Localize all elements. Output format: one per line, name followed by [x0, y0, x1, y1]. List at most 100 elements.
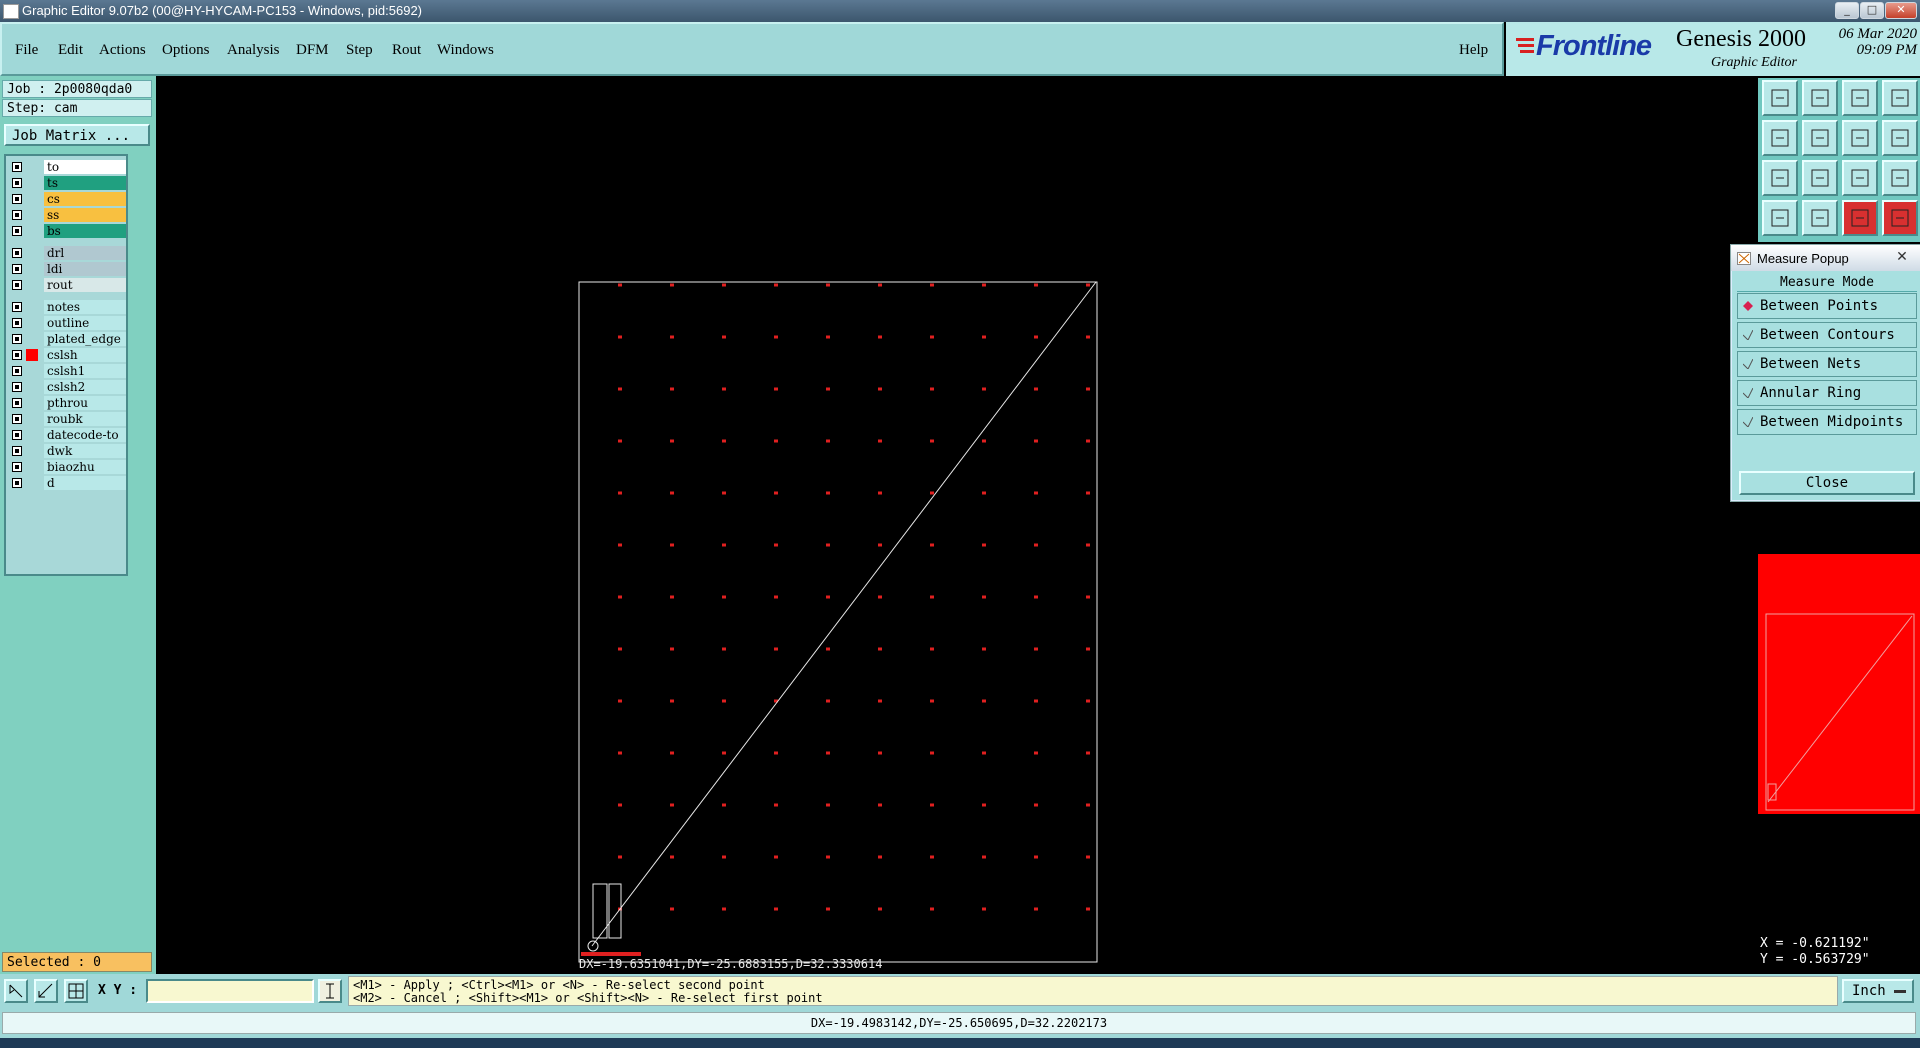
menu-file[interactable]: File — [15, 42, 38, 59]
menu-options[interactable]: Options — [162, 42, 210, 59]
fit-button[interactable] — [1762, 160, 1798, 196]
xy-coordinate-input[interactable] — [146, 979, 314, 1003]
fit-profile-button[interactable] — [1802, 160, 1838, 196]
menu-actions[interactable]: Actions — [99, 42, 146, 59]
layer-name[interactable]: cslsh1 — [44, 364, 126, 378]
snap-mode-button[interactable] — [64, 979, 88, 1003]
layer-checkbox[interactable] — [12, 366, 22, 376]
layer-checkbox[interactable] — [12, 382, 22, 392]
layer-name[interactable]: ts — [44, 176, 126, 190]
layer-checkbox[interactable] — [12, 446, 22, 456]
layer-row-cslsh2[interactable]: cslsh2 — [8, 380, 126, 394]
option-between-nets[interactable]: Between Nets — [1737, 351, 1917, 377]
overview-map[interactable] — [1758, 502, 1920, 934]
layer-row-biaozhu[interactable]: biaozhu — [8, 460, 126, 474]
menu-dfm[interactable]: DFM — [296, 42, 329, 59]
snap-button[interactable] — [1842, 200, 1878, 236]
layer-row-d[interactable]: d — [8, 476, 126, 490]
layer-row-cslsh1[interactable]: cslsh1 — [8, 364, 126, 378]
layer-row-notes[interactable]: notes — [8, 300, 126, 314]
menu-edit[interactable]: Edit — [58, 42, 83, 59]
layer-checkbox[interactable] — [12, 302, 22, 312]
menu-analysis[interactable]: Analysis — [227, 42, 280, 59]
redraw-button[interactable] — [1882, 120, 1918, 156]
one-to-one-button[interactable] — [1842, 160, 1878, 196]
layer-name[interactable]: plated_edge — [44, 332, 126, 346]
home-button[interactable] — [1842, 80, 1878, 116]
layer-row-datecode-to[interactable]: datecode-to — [8, 428, 126, 442]
measure-close-button[interactable]: Close — [1739, 471, 1915, 495]
layer-checkbox[interactable] — [12, 210, 22, 220]
layer-name[interactable]: to — [44, 160, 126, 174]
layer-checkbox[interactable] — [12, 350, 22, 360]
layer-checkbox[interactable] — [12, 226, 22, 236]
layer-row-plated_edge[interactable]: plated_edge — [8, 332, 126, 346]
layer-checkbox[interactable] — [12, 280, 22, 290]
layer-row-to[interactable]: to — [8, 160, 126, 174]
option-annular-ring[interactable]: Annular Ring — [1737, 380, 1917, 406]
option-between-midpoints[interactable]: Between Midpoints — [1737, 409, 1917, 435]
pen-button[interactable] — [1762, 200, 1798, 236]
menu-help[interactable]: Help — [1459, 42, 1488, 59]
job-matrix-button[interactable]: Job Matrix ... — [4, 124, 150, 146]
layer-name[interactable]: bs — [44, 224, 126, 238]
menu-step[interactable]: Step — [346, 42, 373, 59]
layer-name[interactable]: cs — [44, 192, 126, 206]
layer-checkbox[interactable] — [12, 398, 22, 408]
layer-name[interactable]: dwk — [44, 444, 126, 458]
layer-row-roubk[interactable]: roubk — [8, 412, 126, 426]
layer-row-pthrou[interactable]: pthrou — [8, 396, 126, 410]
layer-checkbox[interactable] — [12, 178, 22, 188]
unit-selector[interactable]: Inch — [1842, 979, 1914, 1003]
select-mode-button[interactable] — [4, 979, 28, 1003]
layer-checkbox[interactable] — [12, 194, 22, 204]
layer-name[interactable]: rout — [44, 278, 126, 292]
layer-row-dwk[interactable]: dwk — [8, 444, 126, 458]
layer-name[interactable]: ldi — [44, 262, 126, 276]
layer-row-ts[interactable]: ts — [8, 176, 126, 190]
layer-row-cs[interactable]: cs — [8, 192, 126, 206]
layer-row-outline[interactable]: outline — [8, 316, 126, 330]
layer-row-ldi[interactable]: ldi — [8, 262, 126, 276]
layer-name[interactable]: cslsh2 — [44, 380, 126, 394]
layer-name[interactable]: ss — [44, 208, 126, 222]
layer-checkbox[interactable] — [12, 264, 22, 274]
layer-name[interactable]: notes — [44, 300, 126, 314]
layer-name[interactable]: roubk — [44, 412, 126, 426]
layer-checkbox[interactable] — [12, 430, 22, 440]
layer-checkbox[interactable] — [12, 162, 22, 172]
maximize-button[interactable]: □ — [1860, 2, 1884, 19]
layer-name[interactable]: drl — [44, 246, 126, 260]
layer-name[interactable]: biaozhu — [44, 460, 126, 474]
layer-checkbox[interactable] — [12, 414, 22, 424]
layer-row-ss[interactable]: ss — [8, 208, 126, 222]
option-between-points[interactable]: Between Points — [1737, 293, 1917, 319]
layer-row-bs[interactable]: bs — [8, 224, 126, 238]
layer-name[interactable]: pthrou — [44, 396, 126, 410]
close-window-button[interactable]: ✕ — [1885, 2, 1917, 19]
pan-left-button[interactable] — [1762, 120, 1798, 156]
help-button[interactable] — [1882, 160, 1918, 196]
layer-checkbox[interactable] — [12, 334, 22, 344]
zoom-out-button[interactable] — [1802, 80, 1838, 116]
minimize-button[interactable]: _ — [1835, 2, 1859, 19]
layer-checkbox[interactable] — [12, 462, 22, 472]
layer-name[interactable]: cslsh — [44, 348, 126, 362]
layer-row-cslsh[interactable]: cslsh — [8, 348, 126, 362]
layer-row-drl[interactable]: drl — [8, 246, 126, 260]
popup-close-icon[interactable]: ✕ — [1891, 248, 1913, 266]
undo-view-button[interactable] — [1842, 120, 1878, 156]
layer-name[interactable]: outline — [44, 316, 126, 330]
layout-button[interactable] — [1882, 80, 1918, 116]
layer-name[interactable]: datecode-to — [44, 428, 126, 442]
menu-rout[interactable]: Rout — [392, 42, 421, 59]
pan-right-button[interactable] — [1802, 120, 1838, 156]
layer-checkbox[interactable] — [12, 248, 22, 258]
layer-checkbox[interactable] — [12, 478, 22, 488]
zoom-home-button[interactable] — [1762, 80, 1798, 116]
layer-checkbox[interactable] — [12, 318, 22, 328]
menu-windows[interactable]: Windows — [437, 42, 494, 59]
grid-button[interactable] — [1802, 200, 1838, 236]
layer-row-rout[interactable]: rout — [8, 278, 126, 292]
graphic-canvas[interactable]: DX=-19.6351041,DY=-25.6883155,D=32.33306… — [156, 76, 1756, 974]
